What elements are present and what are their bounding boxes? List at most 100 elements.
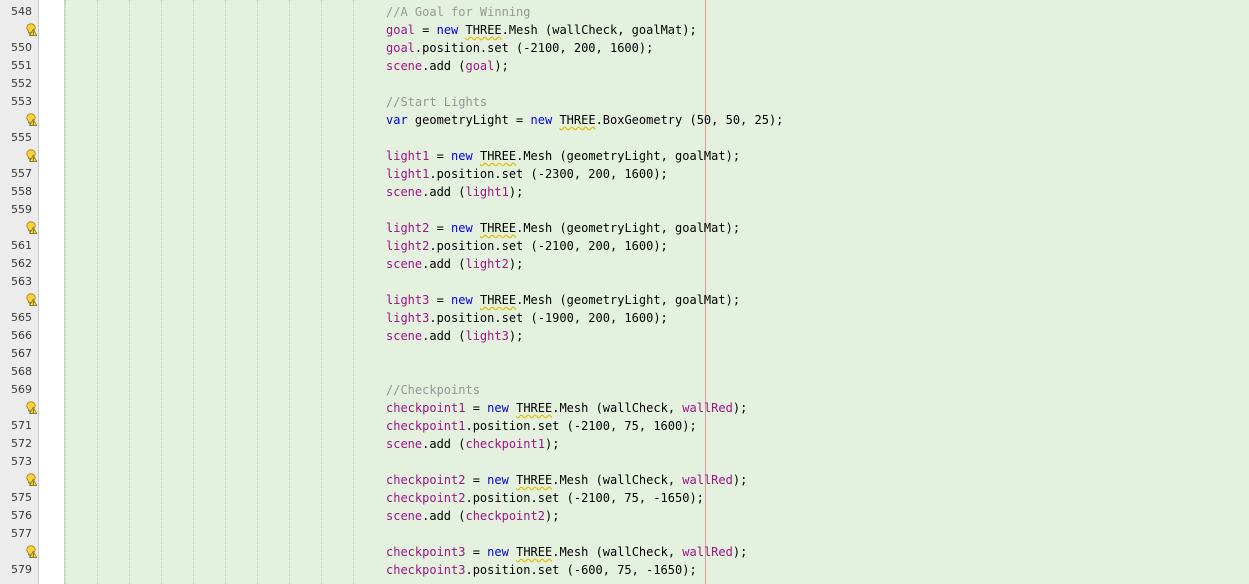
code-line[interactable]: 573 <box>0 453 1249 471</box>
warning-hint-icon[interactable] <box>25 113 38 126</box>
code-line[interactable]: checkpoint3 = new THREE.Mesh (wallCheck,… <box>0 543 1249 561</box>
code-line[interactable]: 551 scene.add (goal); <box>0 57 1249 75</box>
code-text: .position.set (-2100, 75, -1650); <box>465 491 704 505</box>
code-text: = <box>429 293 452 307</box>
identifier-token: wallRed <box>682 401 733 415</box>
identifier-token: checkpoint1 <box>465 437 545 451</box>
code-text: = <box>414 23 437 37</box>
identifier-token: checkpoint3 <box>386 563 466 577</box>
line-number: 571 <box>11 419 32 432</box>
keyword-token: new <box>487 545 509 559</box>
warning-hint-icon[interactable] <box>25 473 38 486</box>
code-line[interactable]: 575 checkpoint2.position.set (-2100, 75, … <box>0 489 1249 507</box>
code-line[interactable]: 577 <box>0 525 1249 543</box>
code-text-line: goal = new THREE.Mesh (wallCheck, goalMa… <box>386 21 697 39</box>
code-line[interactable]: 566 scene.add (light3); <box>0 327 1249 345</box>
code-line[interactable]: 568 <box>0 363 1249 381</box>
code-line[interactable]: 579 checkpoint3.position.set (-600, 75, -… <box>0 561 1249 579</box>
warning-token: THREE <box>465 23 502 37</box>
code-line[interactable]: light1 = new THREE.Mesh (geometryLight, … <box>0 147 1249 165</box>
code-text: = <box>429 149 452 163</box>
identifier-token: checkpoint2 <box>465 509 545 523</box>
code-line[interactable]: 553 //Start Lights <box>0 93 1249 111</box>
identifier-token: light1 <box>386 167 430 181</box>
warning-hint-icon[interactable] <box>25 401 38 414</box>
code-line[interactable]: 572 scene.add (checkpoint1); <box>0 435 1249 453</box>
code-line[interactable]: 563 <box>0 273 1249 291</box>
warning-hint-icon[interactable] <box>25 545 38 558</box>
line-number: 575 <box>11 491 32 504</box>
code-text: .Mesh (wallCheck, <box>552 401 683 415</box>
identifier-token: checkpoint1 <box>386 419 466 433</box>
code-line[interactable]: 565 light3.position.set (-1900, 200, 1600… <box>0 309 1249 327</box>
code-text: ); <box>494 59 509 73</box>
code-text-line: checkpoint3 = new THREE.Mesh (wallCheck,… <box>386 543 747 561</box>
line-number: 577 <box>11 527 32 540</box>
code-text: ); <box>732 545 748 559</box>
identifier-token: checkpoint2 <box>386 491 466 505</box>
warning-hint-icon[interactable] <box>25 23 38 36</box>
warning-hint-icon[interactable] <box>25 293 38 306</box>
code-line[interactable]: 550 goal.position.set (-2100, 200, 1600); <box>0 39 1249 57</box>
code-text: .position.set (-600, 75, -1650); <box>465 563 697 577</box>
code-line[interactable]: 567 <box>0 345 1249 363</box>
comment-token: //A Goal for Winning <box>386 5 531 19</box>
code-line[interactable]: 571 checkpoint1.position.set (-2100, 75, … <box>0 417 1249 435</box>
code-line[interactable]: 555 <box>0 129 1249 147</box>
line-number: 569 <box>11 383 32 396</box>
line-number: 550 <box>11 41 32 54</box>
code-text: .BoxGeometry (50, 50, 25); <box>595 113 784 127</box>
code-text-line: light3.position.set (-1900, 200, 1600); <box>386 309 668 327</box>
code-line[interactable]: 576 scene.add (checkpoint2); <box>0 507 1249 525</box>
code-text: .add ( <box>422 185 466 199</box>
code-text: ); <box>508 185 524 199</box>
code-line[interactable]: 548 //A Goal for Winning <box>0 3 1249 21</box>
code-line[interactable]: light3 = new THREE.Mesh (geometryLight, … <box>0 291 1249 309</box>
code-text: ); <box>544 509 560 523</box>
keyword-token: new <box>487 401 509 415</box>
code-line[interactable]: 558 scene.add (light1); <box>0 183 1249 201</box>
code-line[interactable]: light2 = new THREE.Mesh (geometryLight, … <box>0 219 1249 237</box>
line-number: 579 <box>11 563 32 576</box>
line-number: 558 <box>11 185 32 198</box>
keyword-token: new <box>451 149 473 163</box>
line-number: 572 <box>11 437 32 450</box>
code-text: .Mesh (geometryLight, goalMat); <box>516 149 741 163</box>
keyword-token: new <box>530 113 553 127</box>
line-number: 565 <box>11 311 32 324</box>
code-text: ); <box>508 329 524 343</box>
code-text: .position.set (-2100, 200, 1600); <box>414 41 654 55</box>
code-text: .add ( <box>422 257 466 271</box>
code-text: .Mesh (geometryLight, goalMat); <box>516 293 741 307</box>
identifier-token: scene <box>386 437 423 451</box>
identifier-token: light2 <box>386 221 430 235</box>
line-number: 567 <box>11 347 32 360</box>
warning-hint-icon[interactable] <box>25 149 38 162</box>
line-number: 563 <box>11 275 32 288</box>
code-text: .position.set (-2100, 75, 1600); <box>465 419 697 433</box>
warning-hint-icon[interactable] <box>25 221 38 234</box>
code-text-line: light1 = new THREE.Mesh (geometryLight, … <box>386 147 740 165</box>
code-line[interactable]: 557 light1.position.set (-2300, 200, 1600… <box>0 165 1249 183</box>
code-line[interactable]: 559 <box>0 201 1249 219</box>
identifier-token: light2 <box>465 257 509 271</box>
code-line[interactable]: 552 <box>0 75 1249 93</box>
code-text-line: scene.add (goal); <box>386 57 509 75</box>
code-text-line: light2 = new THREE.Mesh (geometryLight, … <box>386 219 740 237</box>
code-line[interactable]: 562 scene.add (light2); <box>0 255 1249 273</box>
line-number: 551 <box>11 59 32 72</box>
code-line[interactable]: checkpoint1 = new THREE.Mesh (wallCheck,… <box>0 399 1249 417</box>
warning-token: THREE <box>479 149 517 163</box>
code-line[interactable]: var geometryLight = new THREE.BoxGeometr… <box>0 111 1249 129</box>
code-text: .add ( <box>422 509 466 523</box>
line-number: 562 <box>11 257 32 270</box>
code-line[interactable]: 569 //Checkpoints <box>0 381 1249 399</box>
code-line[interactable]: 561 light2.position.set (-2100, 200, 1600… <box>0 237 1249 255</box>
code-line[interactable]: checkpoint2 = new THREE.Mesh (wallCheck,… <box>0 471 1249 489</box>
code-line[interactable]: goal = new THREE.Mesh (wallCheck, goalMa… <box>0 21 1249 39</box>
identifier-token: light3 <box>386 293 430 307</box>
